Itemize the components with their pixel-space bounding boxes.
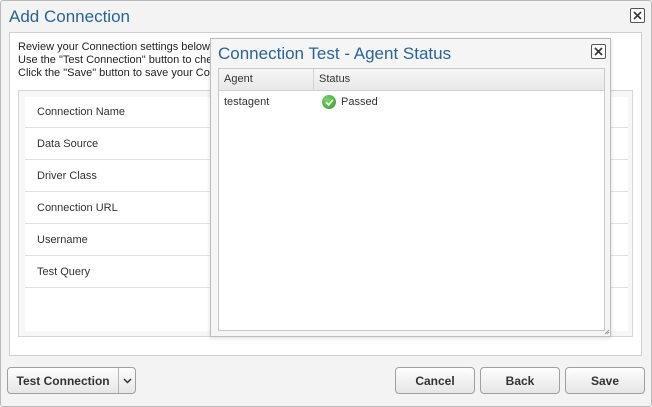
agent-status-close-button[interactable] [591, 44, 606, 59]
back-button[interactable]: Back [480, 367, 560, 394]
resize-grip-icon[interactable] [604, 329, 610, 335]
check-circle-icon [322, 95, 336, 109]
field-label: Username [37, 234, 88, 246]
column-header-status[interactable]: Status [314, 69, 604, 90]
save-button[interactable]: Save [565, 367, 645, 394]
dialog-close-button[interactable] [630, 8, 645, 23]
agent-status-title: Connection Test - Agent Status [218, 44, 452, 63]
field-label: Driver Class [37, 170, 97, 182]
test-connection-split-button: Test Connection [7, 367, 136, 394]
table-row[interactable]: testagent Passed [219, 91, 604, 113]
close-icon [633, 11, 642, 20]
dialog-title: Add Connection [9, 7, 130, 26]
instruction-line: Use the "Test Connection" button to che [18, 54, 213, 66]
grid-header: Agent Status [219, 69, 604, 91]
agent-status-grid: Agent Status testagent Passed [218, 68, 605, 331]
column-header-agent[interactable]: Agent [219, 69, 314, 90]
cancel-button[interactable]: Cancel [395, 367, 475, 394]
agent-status: Passed [322, 91, 602, 113]
instruction-line: Click the "Save" button to save your Co [18, 67, 210, 79]
field-label: Data Source [37, 138, 99, 150]
field-label: Connection URL [37, 202, 118, 214]
test-connection-button[interactable]: Test Connection [8, 368, 120, 393]
agent-name: testagent [224, 96, 270, 108]
instruction-line: Review your Connection settings below. [18, 41, 213, 53]
field-label: Connection Name [37, 106, 126, 118]
chevron-down-icon [123, 377, 132, 384]
close-icon [594, 47, 603, 56]
test-connection-menu-button[interactable] [119, 368, 135, 393]
instructions-text: Review your Connection settings below. U… [18, 41, 213, 80]
agent-status-dialog: Connection Test - Agent Status Agent Sta… [210, 38, 611, 337]
status-text: Passed [341, 96, 378, 108]
field-label: Test Query [37, 266, 91, 278]
